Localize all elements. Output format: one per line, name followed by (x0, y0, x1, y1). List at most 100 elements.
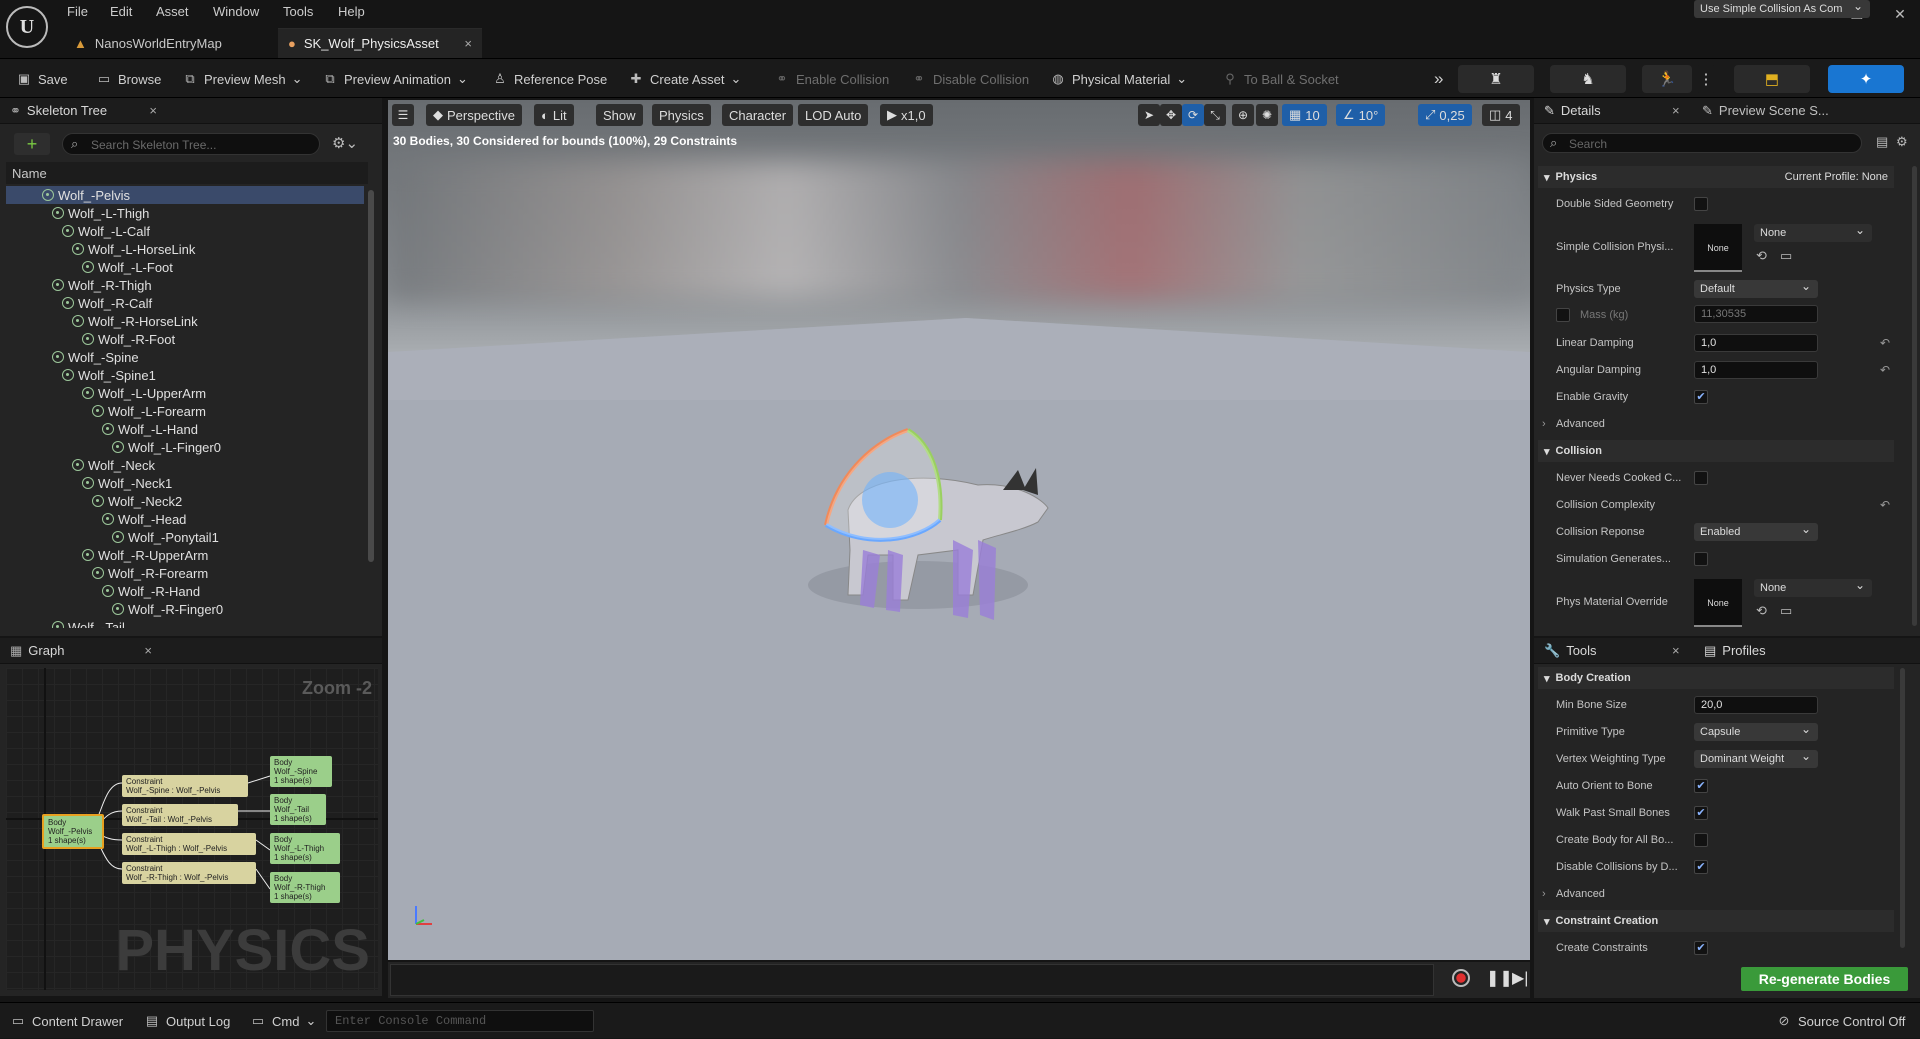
close-icon[interactable]: × (149, 103, 157, 118)
physics-mode-button[interactable]: ✦ (1828, 65, 1904, 93)
tools-scrollbar[interactable] (1900, 668, 1905, 948)
graph-node-constraint[interactable]: Constraint Wolf_-Tail : Wolf_-Pelvis (122, 804, 238, 826)
preview-mesh-button[interactable]: ⧉ Preview Mesh ⌄ (182, 59, 302, 99)
record-icon[interactable] (1452, 969, 1470, 987)
regenerate-bodies-button[interactable]: Re-generate Bodies (1741, 967, 1908, 991)
step-forward-icon[interactable]: ▶| (1512, 968, 1528, 988)
linear-damping-field[interactable]: 1,0 (1694, 334, 1818, 352)
tree-row[interactable]: Wolf_-Spine (52, 348, 139, 366)
advanced-row[interactable]: › Advanced (1538, 413, 1894, 435)
output-log-button[interactable]: ▤ Output Log (144, 1003, 230, 1039)
phys-material-dropdown[interactable]: None (1754, 576, 1872, 597)
console-input[interactable]: Enter Console Command (326, 1010, 594, 1032)
tree-row[interactable]: Wolf_-Tail (52, 618, 125, 628)
tree-row[interactable]: Wolf_-L-Hand (102, 420, 198, 438)
expand-toolbar-icon[interactable]: » (1434, 59, 1443, 99)
simulation-generates-checkbox[interactable] (1694, 552, 1708, 566)
search-skeleton-input[interactable]: ⌕ Search Skeleton Tree... (62, 133, 320, 155)
tree-row[interactable]: Wolf_-Spine1 (62, 366, 156, 384)
tree-row[interactable]: Wolf_-R-Foot (82, 330, 175, 348)
never-needs-checkbox[interactable] (1694, 471, 1708, 485)
tree-row[interactable]: Wolf_-L-Foot (82, 258, 173, 276)
tab-entry-map[interactable]: ▲ NanosWorldEntryMap (64, 28, 276, 58)
pause-icon[interactable]: ❚❚ (1486, 968, 1513, 988)
graph-node-root-body[interactable]: Body Wolf_-Pelvis 1 shape(s) (42, 814, 104, 849)
tree-row[interactable]: Wolf_-R-HorseLink (72, 312, 198, 330)
mesh-mode-button[interactable]: ♞ (1550, 65, 1626, 93)
more-options-icon[interactable]: ⋮ (1696, 65, 1716, 93)
use-selected-icon[interactable]: ⟲ (1756, 603, 1767, 619)
menu-edit[interactable]: Edit (110, 4, 132, 24)
double-sided-checkbox[interactable] (1694, 197, 1708, 211)
save-button[interactable]: ▣ Save (16, 59, 68, 99)
tools-tab[interactable]: 🔧 Tools (1544, 643, 1597, 659)
unreal-logo-icon[interactable]: U (6, 6, 48, 48)
timeline-track[interactable] (390, 964, 1434, 996)
walk-past-checkbox[interactable]: ✔ (1694, 806, 1708, 820)
enable-collision-button[interactable]: ⚭ Enable Collision (774, 59, 890, 99)
wolf-model[interactable] (768, 390, 1068, 690)
phys-material-thumbnail[interactable]: None (1694, 579, 1742, 627)
collision-response-dropdown[interactable]: Enabled (1694, 520, 1818, 541)
graph-node-body[interactable]: Body Wolf_-R-Thigh 1 shape(s) (270, 872, 340, 903)
close-icon[interactable]: × (1672, 103, 1680, 118)
blueprint-mode-button[interactable]: ⬒ (1734, 65, 1810, 93)
tree-row[interactable]: Wolf_-Pelvis (42, 186, 130, 204)
settings-gear-icon[interactable]: ⚙ (1896, 134, 1908, 150)
graph-node-body[interactable]: Body Wolf_-Spine 1 shape(s) (270, 756, 332, 787)
tree-row[interactable]: Wolf_-R-Finger0 (112, 600, 223, 618)
tree-row[interactable]: Wolf_-Neck1 (82, 474, 172, 492)
tree-row[interactable]: Wolf_-R-Forearm (92, 564, 208, 582)
tab-physics-asset[interactable]: ● SK_Wolf_PhysicsAsset × (278, 28, 482, 58)
close-icon[interactable]: × (144, 643, 152, 658)
details-scrollbar[interactable] (1912, 166, 1917, 626)
tree-row[interactable]: Wolf_-R-Thigh (52, 276, 152, 294)
preview-scene-tab[interactable]: ✎ Preview Scene S... (1702, 103, 1829, 119)
rotate-icon[interactable]: ⟳ (1182, 104, 1204, 126)
collision-category[interactable]: ▾ Collision (1538, 440, 1894, 462)
body-creation-category[interactable]: ▾ Body Creation (1538, 667, 1894, 689)
details-search-input[interactable]: ⌕ Search (1542, 133, 1862, 153)
hamburger-menu-icon[interactable]: ☰ (392, 104, 414, 126)
grid-snap-button[interactable]: ▦ 10 (1282, 104, 1327, 126)
graph-node-body[interactable]: Body Wolf_-L-Thigh 1 shape(s) (270, 833, 340, 864)
create-asset-button[interactable]: ✚ Create Asset ⌄ (628, 59, 742, 99)
close-icon[interactable]: × (1672, 643, 1680, 658)
to-ball-socket-button[interactable]: ⚲ To Ball & Socket (1222, 59, 1338, 99)
surface-snap-icon[interactable]: ✺ (1256, 104, 1278, 126)
enable-gravity-checkbox[interactable]: ✔ (1694, 390, 1708, 404)
translate-icon[interactable]: ✥ (1160, 104, 1182, 126)
auto-orient-checkbox[interactable]: ✔ (1694, 779, 1708, 793)
skeleton-mode-button[interactable]: ♜ (1458, 65, 1534, 93)
add-button[interactable]: + (14, 133, 50, 155)
browse-asset-icon[interactable]: ▭ (1780, 248, 1792, 264)
close-window-icon[interactable]: ✕ (1888, 6, 1912, 26)
graph-node-body[interactable]: Body Wolf_-Tail 1 shape(s) (270, 794, 326, 825)
graph-node-constraint[interactable]: Constraint Wolf_-Spine : Wolf_-Pelvis (122, 775, 248, 797)
character-button[interactable]: Character (722, 104, 794, 126)
reset-icon[interactable]: ↶ (1880, 363, 1890, 377)
perspective-button[interactable]: ◆ Perspective (426, 104, 522, 126)
graph-node-constraint[interactable]: Constraint Wolf_-L-Thigh : Wolf_-Pelvis (122, 833, 256, 855)
tree-row[interactable]: Wolf_-R-Calf (62, 294, 152, 312)
source-control-button[interactable]: ⊘ Source Control Off (1776, 1003, 1906, 1039)
tree-row[interactable]: Wolf_-L-Forearm (92, 402, 206, 420)
lod-button[interactable]: LOD Auto (798, 104, 869, 126)
physical-material-button[interactable]: ◍ Physical Material ⌄ (1050, 59, 1187, 99)
world-local-icon[interactable]: ⊕ (1232, 104, 1254, 126)
reference-pose-button[interactable]: ♙ Reference Pose (492, 59, 607, 99)
select-icon[interactable]: ➤ (1138, 104, 1160, 126)
simple-collision-dropdown[interactable]: None (1754, 221, 1872, 242)
min-bone-size-field[interactable]: 20,0 (1694, 696, 1818, 714)
menu-help[interactable]: Help (338, 4, 365, 24)
tree-row[interactable]: Wolf_-Head (102, 510, 186, 528)
use-selected-icon[interactable]: ⟲ (1756, 248, 1767, 264)
disable-collisions-checkbox[interactable]: ✔ (1694, 860, 1708, 874)
preview-animation-button[interactable]: ⧉ Preview Animation ⌄ (322, 59, 468, 99)
angle-snap-button[interactable]: ∠ 10° (1336, 104, 1386, 126)
tree-row[interactable]: Wolf_-L-UpperArm (82, 384, 206, 402)
skeleton-tree-tab[interactable]: ⚭ Skeleton Tree × (0, 98, 382, 124)
profiles-tab[interactable]: ▤ Profiles (1704, 643, 1766, 659)
mass-field[interactable]: 11,30535 (1694, 305, 1818, 323)
cmd-dropdown[interactable]: ▭ Cmd ⌄ (250, 1003, 317, 1039)
